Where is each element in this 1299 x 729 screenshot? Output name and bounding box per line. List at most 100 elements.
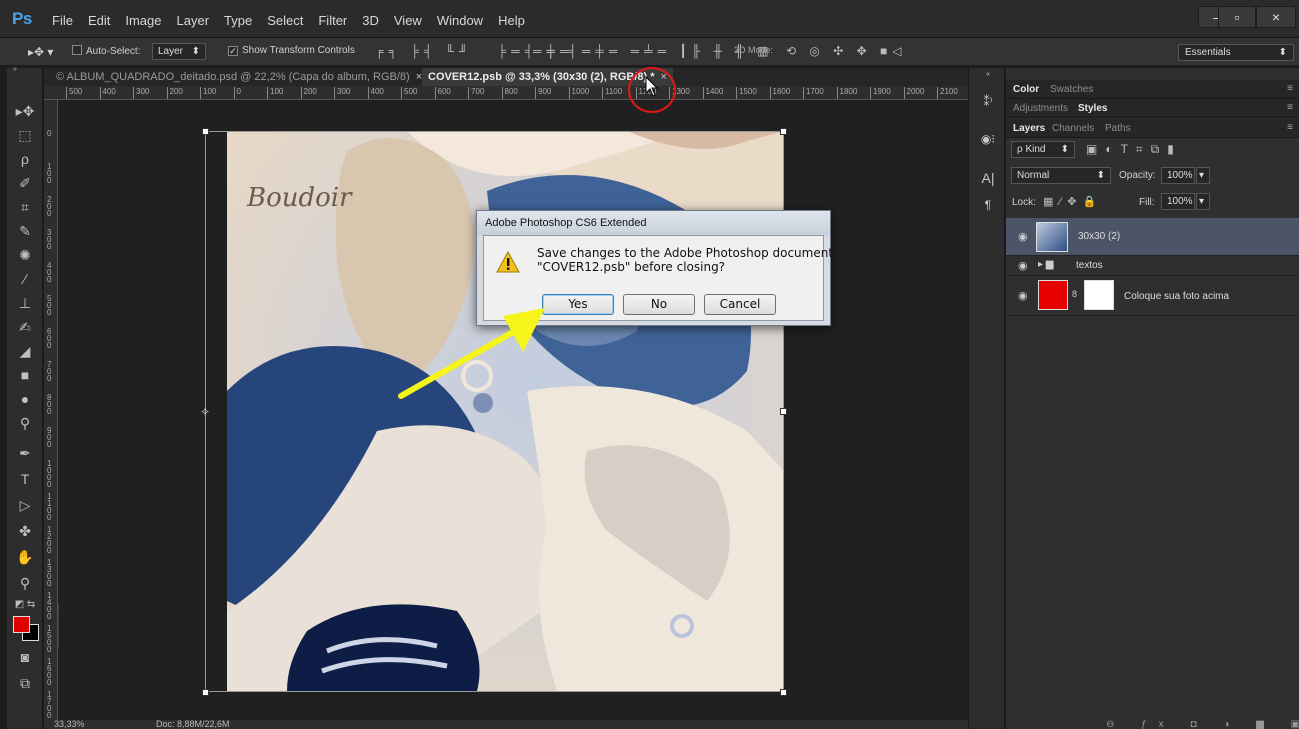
panel-menu-icon[interactable]: ≡ xyxy=(1287,102,1293,113)
menu-file[interactable]: File xyxy=(52,13,73,28)
fill-dropdown-icon[interactable]: ▾ xyxy=(1196,193,1210,210)
dodge-tool-icon[interactable]: ⚲ xyxy=(13,412,37,434)
path-select-tool-icon[interactable]: ▷ xyxy=(13,494,37,516)
layer-row-textos[interactable]: ◉ ▸ ▆ textos xyxy=(1006,256,1299,276)
layer-footer-icons[interactable]: ⊖ ƒx ◘ ◑ ▆ ▣ ⌫ xyxy=(1106,719,1299,729)
brush-presets-icon[interactable]: ◉⁝ xyxy=(978,132,998,150)
opacity-dropdown-icon[interactable]: ▾ xyxy=(1196,167,1210,184)
zoom-tool-icon[interactable]: ⚲ xyxy=(13,572,37,594)
3d-mode-icons[interactable]: ⟲ ◎ ✣ ✥ ■◁ xyxy=(786,44,906,60)
layer-mask-thumbnail[interactable] xyxy=(1084,280,1114,310)
tab-label: COVER12.psb @ 33,3% (30x30 (2), RGB/8) * xyxy=(428,71,655,83)
blur-tool-icon[interactable]: ● xyxy=(13,388,37,410)
eye-icon[interactable]: ◉ xyxy=(1018,259,1028,272)
layer-row-coloque[interactable]: ◉ 8 Coloque sua foto acima xyxy=(1006,276,1299,316)
swap-colors-icon[interactable]: ◩ ⇆ xyxy=(13,594,37,616)
move-tool-icon[interactable]: ▸✥ xyxy=(13,100,37,122)
chain-link-icon[interactable]: 8 xyxy=(1072,289,1077,299)
no-button[interactable]: No xyxy=(623,294,695,315)
panel-icon-strip: « ⁑⁾ ◉⁝ A| ¶ xyxy=(968,68,1005,729)
maximize-button[interactable]: ▫ xyxy=(1218,6,1256,28)
cancel-button[interactable]: Cancel xyxy=(704,294,776,315)
menu-image[interactable]: Image xyxy=(125,13,161,28)
screen-mode-icon[interactable]: ⧉ xyxy=(13,672,37,694)
shape-tool-icon[interactable]: ✤ xyxy=(13,520,37,542)
group-folder-icon[interactable]: ▸ ▆ xyxy=(1038,259,1054,270)
eye-icon[interactable]: ◉ xyxy=(1018,289,1028,302)
fill-value: 100% xyxy=(1167,196,1193,207)
history-brush-tool-icon[interactable]: ✍ xyxy=(13,316,37,338)
dialog-titlebar: Adobe Photoshop CS6 Extended xyxy=(477,211,830,235)
blend-mode-dropdown[interactable]: Normal ⬍ xyxy=(1011,167,1111,184)
tab-album-quadrado[interactable]: © ALBUM_QUADRADO_deitado.psd @ 22,2% (Ca… xyxy=(50,68,428,86)
transform-handle-top-left[interactable] xyxy=(202,128,209,135)
lock-label: Lock: xyxy=(1012,197,1036,208)
zoom-level[interactable]: 33,33% xyxy=(54,720,85,729)
menu-view[interactable]: View xyxy=(394,13,422,28)
menu-edit[interactable]: Edit xyxy=(88,13,110,28)
transform-handle-right[interactable] xyxy=(780,408,787,415)
hand-tool-icon[interactable]: ✋ xyxy=(13,546,37,568)
menu-filter[interactable]: Filter xyxy=(318,13,347,28)
layer-filter-dropdown[interactable]: ρ Kind ⬍ xyxy=(1011,141,1075,158)
history-icon[interactable]: ⁑⁾ xyxy=(978,95,998,113)
stamp-tool-icon[interactable]: ⊥ xyxy=(13,292,37,314)
menu-items: File Edit Image Layer Type Select Filter… xyxy=(52,13,540,28)
eye-icon[interactable]: ◉ xyxy=(1018,230,1028,243)
menu-help[interactable]: Help xyxy=(498,13,525,28)
eyedropper-tool-icon[interactable]: ✎ xyxy=(13,220,37,242)
ruler-tick: 1400 xyxy=(47,591,52,621)
show-transform-checkbox[interactable]: ✓ Show Transform Controls xyxy=(228,45,355,56)
tab-channels[interactable]: Channels xyxy=(1052,123,1094,134)
close-window-button[interactable]: × xyxy=(1256,6,1296,28)
crop-tool-icon[interactable]: ⌗ xyxy=(13,196,37,218)
gradient-tool-icon[interactable]: ■ xyxy=(13,364,37,386)
transform-handle-bottom-right[interactable] xyxy=(780,689,787,696)
type-tool-icon[interactable]: T xyxy=(13,468,37,490)
auto-select-checkbox[interactable]: Auto-Select: xyxy=(72,45,140,57)
menu-select[interactable]: Select xyxy=(267,13,303,28)
eraser-tool-icon[interactable]: ◢ xyxy=(13,340,37,362)
ruler-tick: 1000 xyxy=(568,87,589,99)
pen-tool-icon[interactable]: ✒ xyxy=(13,442,37,464)
quick-mask-icon[interactable]: ◙ xyxy=(13,646,37,668)
tab-styles[interactable]: Styles xyxy=(1078,103,1107,114)
move-tool-icon[interactable]: ▸✥ ▾ xyxy=(28,45,53,59)
ruler-tick: 1000 xyxy=(47,459,52,489)
tab-layers[interactable]: Layers xyxy=(1013,123,1045,134)
layer-thumbnail xyxy=(1038,280,1068,310)
tab-swatches[interactable]: Swatches xyxy=(1050,84,1093,95)
panel-menu-icon[interactable]: ≡ xyxy=(1287,122,1293,133)
tab-adjustments[interactable]: Adjustments xyxy=(1013,103,1068,114)
layer-filter-icons[interactable]: ▣◐T⌗⧉▮ xyxy=(1086,142,1182,157)
panel-menu-icon[interactable]: ≡ xyxy=(1287,83,1293,94)
checkbox-empty-icon xyxy=(72,45,82,55)
tab-color[interactable]: Color xyxy=(1013,84,1039,95)
ruler-tick: 100 xyxy=(200,87,216,99)
tab-paths[interactable]: Paths xyxy=(1105,123,1131,134)
lasso-tool-icon[interactable]: ρ xyxy=(13,148,37,170)
workspace-dropdown[interactable]: Essentials ⬍ xyxy=(1178,44,1294,61)
auto-select-target-dropdown[interactable]: Layer ⬍ xyxy=(152,43,206,60)
marquee-tool-icon[interactable]: ⬚ xyxy=(13,124,37,146)
menu-type[interactable]: Type xyxy=(224,13,252,28)
fill-field[interactable]: 100% xyxy=(1161,193,1195,210)
transform-handle-bottom-left[interactable] xyxy=(202,689,209,696)
healing-tool-icon[interactable]: ✺ xyxy=(13,244,37,266)
foreground-color-swatch[interactable] xyxy=(13,616,30,633)
character-icon[interactable]: A| xyxy=(978,170,998,188)
opacity-field[interactable]: 100% xyxy=(1161,167,1195,184)
warning-icon xyxy=(496,251,520,273)
collapse-panels-icon[interactable]: « xyxy=(978,71,998,89)
transform-handle-top-right[interactable] xyxy=(780,128,787,135)
collapse-icon[interactable]: » xyxy=(13,66,37,76)
quick-select-tool-icon[interactable]: ✐ xyxy=(13,172,37,194)
menu-window[interactable]: Window xyxy=(437,13,483,28)
layer-row-30x30[interactable]: ◉ 30x30 (2) xyxy=(1006,218,1299,256)
dialog-message-line1: Save changes to the Adobe Photoshop docu… xyxy=(537,246,834,260)
paragraph-icon[interactable]: ¶ xyxy=(978,198,998,216)
menu-layer[interactable]: Layer xyxy=(177,13,210,28)
brush-tool-icon[interactable]: ∕ xyxy=(13,268,37,290)
lock-icons[interactable]: ▦∕✥🔒 xyxy=(1043,195,1102,208)
menu-3d[interactable]: 3D xyxy=(362,13,379,28)
